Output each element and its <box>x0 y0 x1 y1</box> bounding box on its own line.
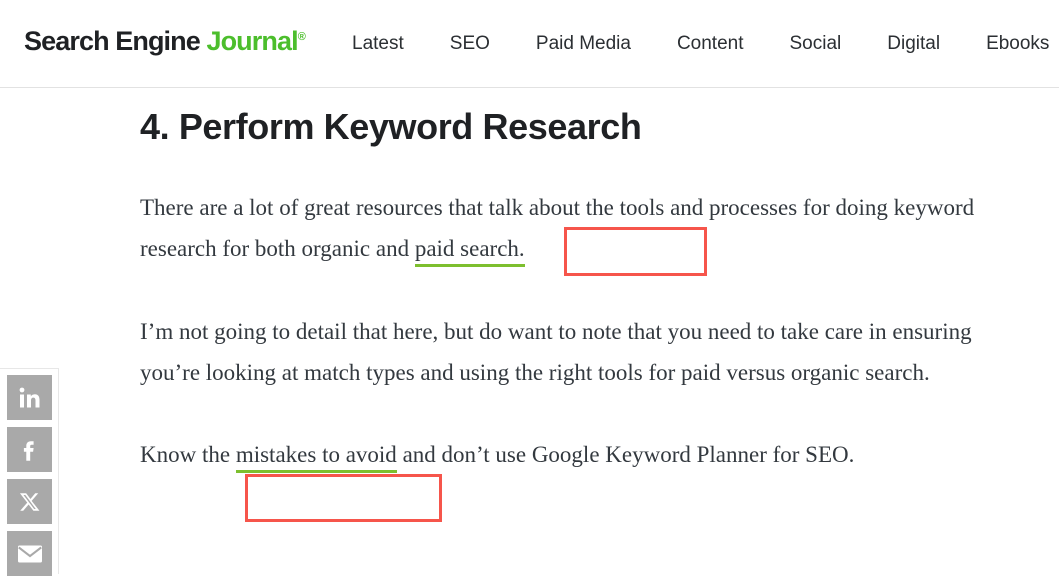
share-button-facebook[interactable] <box>7 427 52 472</box>
x-twitter-icon <box>19 492 39 511</box>
social-share-rail <box>0 368 59 576</box>
linkedin-icon <box>19 387 39 407</box>
paragraph-3-text-before-link: Know the <box>140 442 236 467</box>
annotation-box-mistakes-to-avoid <box>245 474 442 522</box>
email-icon <box>17 545 42 562</box>
registered-trademark-icon: ® <box>297 31 306 43</box>
logo-text-green: Journal <box>206 26 298 56</box>
nav-item-digital[interactable]: Digital <box>887 30 940 58</box>
main-navigation: Latest SEO Paid Media Content Social Dig… <box>352 30 1049 58</box>
facebook-icon <box>23 440 34 461</box>
logo-text-dark: Search Engine <box>24 26 207 56</box>
nav-item-ebooks[interactable]: Ebooks <box>986 30 1049 58</box>
article-body: 4. Perform Keyword Research There are a … <box>140 105 1035 475</box>
article-paragraph-1: There are a lot of great resources that … <box>140 187 1033 269</box>
share-button-x[interactable] <box>7 479 52 524</box>
nav-item-paid-media[interactable]: Paid Media <box>536 30 631 58</box>
nav-item-latest[interactable]: Latest <box>352 30 404 58</box>
nav-item-content[interactable]: Content <box>677 30 744 58</box>
article-heading: 4. Perform Keyword Research <box>140 106 642 147</box>
share-button-email[interactable] <box>7 531 52 576</box>
nav-item-social[interactable]: Social <box>790 30 842 58</box>
link-paid-search[interactable]: paid search. <box>414 236 525 267</box>
link-mistakes-to-avoid[interactable]: mistakes to avoid <box>235 442 397 473</box>
article-paragraph-2: I’m not going to detail that here, but d… <box>140 319 972 385</box>
nav-item-seo[interactable]: SEO <box>450 30 490 58</box>
share-button-linkedin[interactable] <box>7 375 52 420</box>
article-paragraph-3: Know the mistakes to avoid and don’t use… <box>140 434 975 475</box>
site-header: Search Engine Journal® Latest SEO Paid M… <box>0 0 1059 88</box>
site-logo[interactable]: Search Engine Journal® <box>24 28 306 55</box>
paragraph-3-text-after-link: and don’t use Google Keyword Planner for… <box>396 442 855 467</box>
paragraph-1-text-before-link: There are a lot of great resources that … <box>140 195 975 261</box>
